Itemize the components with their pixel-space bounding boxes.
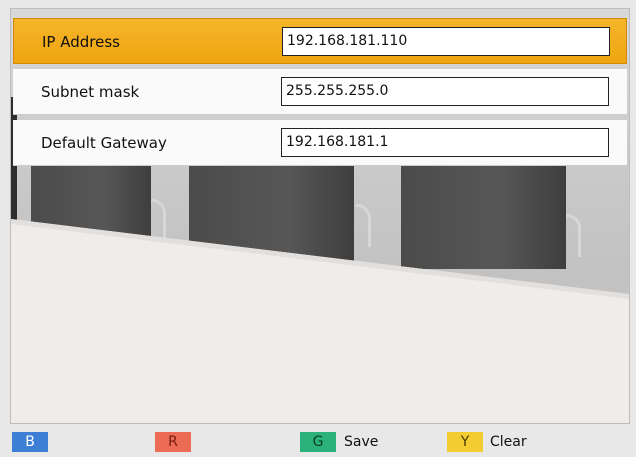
- subnet-mask-row[interactable]: Subnet mask 255.255.255.0: [13, 69, 627, 115]
- remote-key-legend: B R G Save Y Clear: [0, 428, 636, 457]
- subnet-mask-label: Subnet mask: [41, 83, 140, 101]
- default-gateway-row[interactable]: Default Gateway 192.168.181.1: [13, 120, 627, 166]
- save-label: Save: [344, 434, 379, 450]
- ip-address-input[interactable]: 192.168.181.110: [282, 27, 610, 56]
- blue-key-button[interactable]: B: [12, 432, 48, 452]
- default-gateway-label: Default Gateway: [41, 134, 167, 152]
- ip-address-label: IP Address: [42, 33, 120, 51]
- clear-label: Clear: [490, 434, 527, 450]
- green-key-save-button[interactable]: G: [300, 432, 336, 452]
- settings-screen: IP Address 192.168.181.110 Subnet mask 2…: [10, 8, 630, 424]
- subnet-mask-input[interactable]: 255.255.255.0: [281, 77, 609, 106]
- ip-address-row[interactable]: IP Address 192.168.181.110: [13, 18, 627, 64]
- red-key-button[interactable]: R: [155, 432, 191, 452]
- default-gateway-input[interactable]: 192.168.181.1: [281, 128, 609, 157]
- yellow-key-clear-button[interactable]: Y: [447, 432, 483, 452]
